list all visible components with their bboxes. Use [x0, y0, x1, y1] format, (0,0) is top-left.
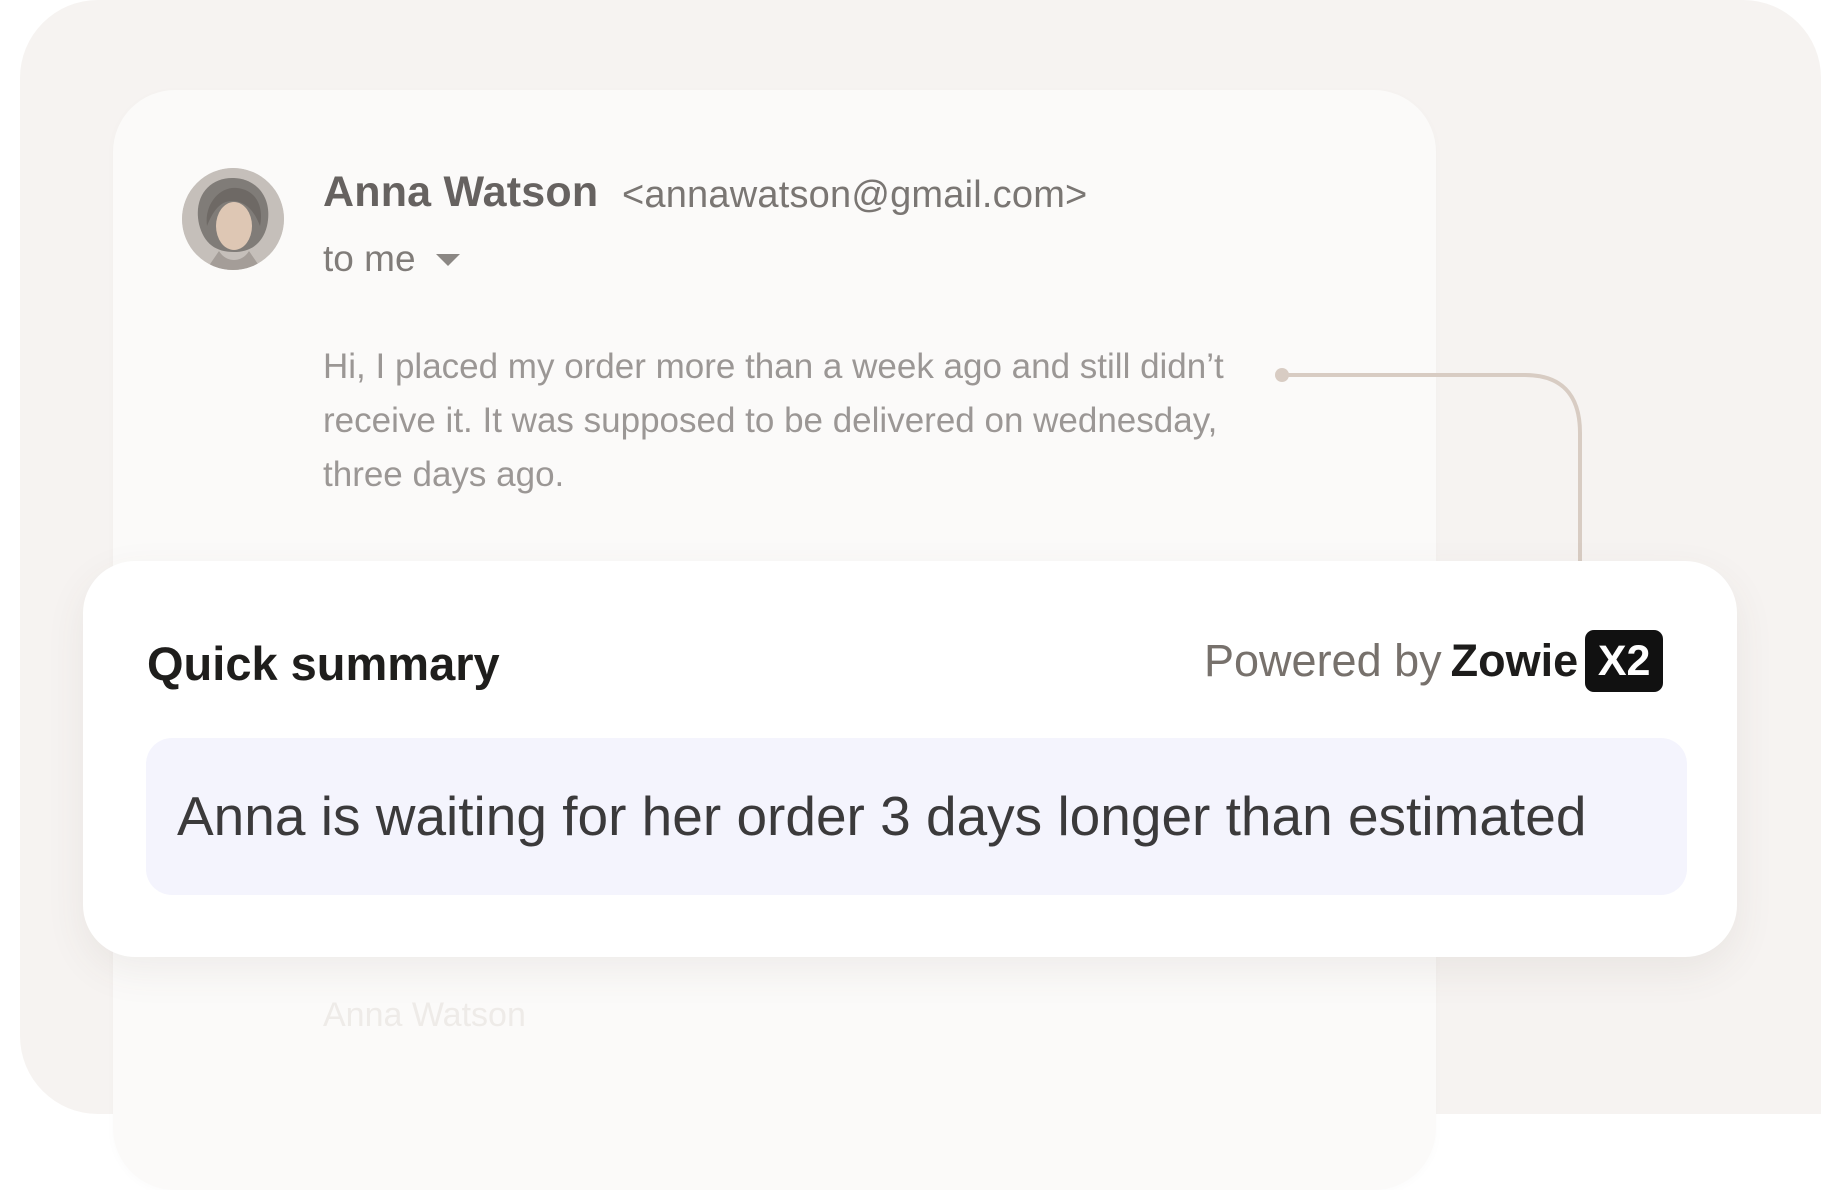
- recipient-label: to me: [323, 238, 416, 279]
- brand-badge: X2: [1585, 630, 1664, 692]
- sender-avatar: [182, 168, 284, 270]
- powered-label: Powered by: [1204, 635, 1442, 686]
- sender-name: Anna Watson: [323, 168, 599, 216]
- summary-text: Anna is waiting for her order 3 days lon…: [177, 785, 1587, 847]
- email-message: Hi, I placed my order more than a week a…: [323, 347, 1224, 494]
- brand-name: Zowie: [1450, 635, 1579, 686]
- summary-title: Quick summary: [147, 637, 500, 690]
- powered-by: Powered by Zowie X2: [1204, 630, 1664, 692]
- recipient-dropdown[interactable]: to me: [323, 238, 460, 280]
- faded-signature: Anna Watson: [323, 996, 526, 1034]
- chevron-down-icon[interactable]: [435, 254, 460, 266]
- sender-email: <annawatson@gmail.com>: [622, 174, 1088, 216]
